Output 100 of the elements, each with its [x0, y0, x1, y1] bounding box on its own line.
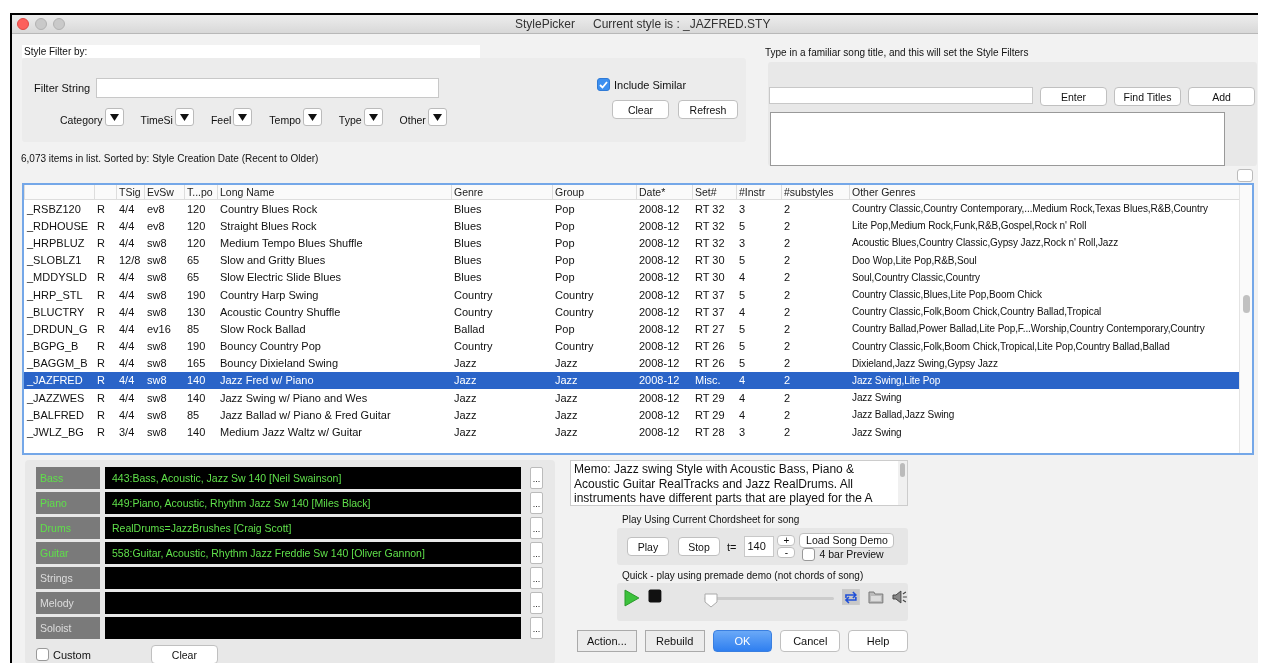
table-cell-text: Blues	[453, 254, 483, 267]
refresh-button[interactable]: Refresh	[678, 100, 738, 119]
table-cell-text: Country Classic,Folk,Boom Chick,Tropical,Lite Pop,Country Ballad,Ballad	[851, 340, 1171, 352]
table-cell-text: RT 30	[694, 254, 726, 267]
stop-icon[interactable]	[647, 589, 662, 603]
table-cell-text: Jazz	[453, 391, 478, 404]
table-cell-text: 4	[738, 305, 747, 318]
table-cell-text: 4/4	[118, 357, 136, 370]
more-button[interactable]: ...	[530, 542, 543, 564]
table-cell-text: 4	[738, 408, 747, 421]
table-cell-text: Jazz	[453, 408, 478, 421]
table-cell-text: 2008-12	[638, 391, 681, 404]
table-cell-text: Jazz	[554, 374, 579, 387]
table-cell-text: 4/4	[118, 236, 136, 249]
button[interactable]: Enter	[1040, 87, 1107, 106]
button[interactable]: Rebuild	[644, 630, 705, 652]
more-button[interactable]: ...	[530, 567, 543, 589]
dropdown-button[interactable]	[174, 108, 194, 126]
table-cell-text: Jazz	[453, 357, 478, 370]
table-cell-text: R	[96, 288, 106, 301]
small-button[interactable]	[1237, 169, 1253, 182]
table-cell-text: _MDDYSLD	[26, 271, 88, 284]
clear-button[interactable]: Clear	[612, 100, 669, 119]
instrument-field[interactable]: 449:Piano, Acoustic, Rhythm Jazz Sw 140 [Miles Black]	[105, 492, 521, 514]
table-cell-text: Straight Blues Rock	[219, 219, 318, 232]
filter-string-field[interactable]	[96, 78, 440, 98]
slider-thumb[interactable]	[703, 593, 718, 608]
button[interactable]: Action...	[577, 630, 637, 652]
minimize-button[interactable]	[35, 18, 47, 30]
caret-icon	[432, 113, 442, 121]
close-button[interactable]	[17, 18, 29, 30]
scrollbar[interactable]	[1239, 185, 1252, 453]
button[interactable]: Cancel	[780, 630, 841, 652]
table-cell-text: R	[96, 202, 106, 215]
table-cell-text: 2008-12	[638, 254, 681, 267]
dropdown-button[interactable]	[427, 108, 447, 126]
table-cell-text: RT 26	[694, 357, 726, 370]
checkbox[interactable]	[36, 648, 49, 661]
loop-icon[interactable]	[842, 589, 861, 605]
increase-button[interactable]: +	[777, 535, 796, 546]
instrument-field[interactable]: 443:Bass, Acoustic, Jazz Sw 140 [Neil Swainson]	[105, 467, 521, 489]
tempo-field[interactable]: 140	[744, 536, 775, 557]
checkbox-label: 4 bar Preview	[819, 548, 884, 560]
button[interactable]: Add	[1188, 87, 1255, 106]
more-button[interactable]: ...	[530, 467, 543, 489]
more-button[interactable]: ...	[530, 617, 543, 639]
section-heading: Play Using Current Chordsheet for song	[622, 514, 801, 525]
play-icon[interactable]	[624, 589, 640, 607]
song-title-field[interactable]	[769, 87, 1033, 104]
table-cell-text: _JAZFRED	[26, 374, 84, 387]
more-button[interactable]: ...	[530, 517, 543, 539]
table-cell-text: 2008-12	[638, 340, 681, 353]
table-cell-text: 12/8	[118, 254, 142, 267]
more-button[interactable]: ...	[530, 492, 543, 514]
table-cell-text: sw8	[146, 271, 168, 284]
instrument-field[interactable]	[105, 567, 521, 589]
table-cell-text: 2	[783, 305, 792, 318]
clear-button[interactable]: Clear	[150, 645, 218, 663]
instrument-field[interactable]: 558:Guitar, Acoustic, Rhythm Jazz Freddie Sw 140 [Oliver Gannon]	[105, 542, 521, 564]
button[interactable]: Find Titles	[1114, 87, 1181, 106]
dropdown-label: TimeSi	[140, 114, 173, 126]
instrument-field[interactable]	[105, 592, 521, 614]
dropdown-button[interactable]	[233, 108, 253, 126]
table-cell-text: 5	[738, 288, 747, 301]
instrument-field[interactable]	[105, 617, 521, 639]
checkbox[interactable]	[597, 78, 610, 91]
table-cell-text: Lite Pop,Medium Rock,Funk,R&B,Gospel,Rock n' Roll	[851, 220, 1088, 232]
more-button[interactable]: ...	[530, 592, 543, 614]
decrease-button[interactable]: -	[777, 547, 796, 558]
slider[interactable]	[703, 593, 835, 607]
table-cell-text: Pop	[554, 236, 576, 249]
caret-icon	[109, 113, 119, 121]
table-cell-text: 140	[186, 374, 207, 387]
dropdown-button[interactable]	[104, 108, 124, 126]
speaker-icon[interactable]	[892, 589, 908, 605]
load-song-demo-button[interactable]: Load Song Demo	[799, 532, 895, 548]
dropdown-button[interactable]	[363, 108, 383, 126]
song-list-box[interactable]	[770, 112, 1225, 166]
table-cell-text: Blues	[453, 202, 483, 215]
stop-button[interactable]: Stop	[678, 537, 720, 556]
zoom-button[interactable]	[53, 18, 65, 30]
table-cell-text: Acoustic Blues,Country Classic,Gypsy Jazz,Rock n' Roll,Jazz	[851, 237, 1120, 249]
scrollbar[interactable]	[898, 461, 907, 505]
button[interactable]: Help	[848, 630, 908, 652]
table-cell-text: R	[96, 219, 106, 232]
play-button[interactable]: Play	[627, 537, 669, 556]
dropdown-label: Category	[60, 114, 103, 126]
table-cell-text: 4	[738, 391, 747, 404]
table-cell-text: Slow Rock Ballad	[219, 322, 307, 335]
dropdown-button[interactable]	[302, 108, 322, 126]
table-cell-text: Jazz Ballad w/ Piano & Fred Guitar	[219, 408, 392, 421]
instrument-field[interactable]: RealDrums=JazzBrushes [Craig Scott]	[105, 517, 521, 539]
table-cell-text: RT 32	[694, 236, 726, 249]
table-cell-text: RT 27	[694, 322, 726, 335]
table-cell-text: 3	[738, 202, 747, 215]
table-cell-text: 130	[186, 305, 207, 318]
table-cell-text: 65	[186, 254, 201, 267]
table-cell-text: Country	[453, 340, 494, 353]
table-cell-text: 3/4	[118, 426, 136, 439]
folder-icon[interactable]	[868, 589, 885, 604]
